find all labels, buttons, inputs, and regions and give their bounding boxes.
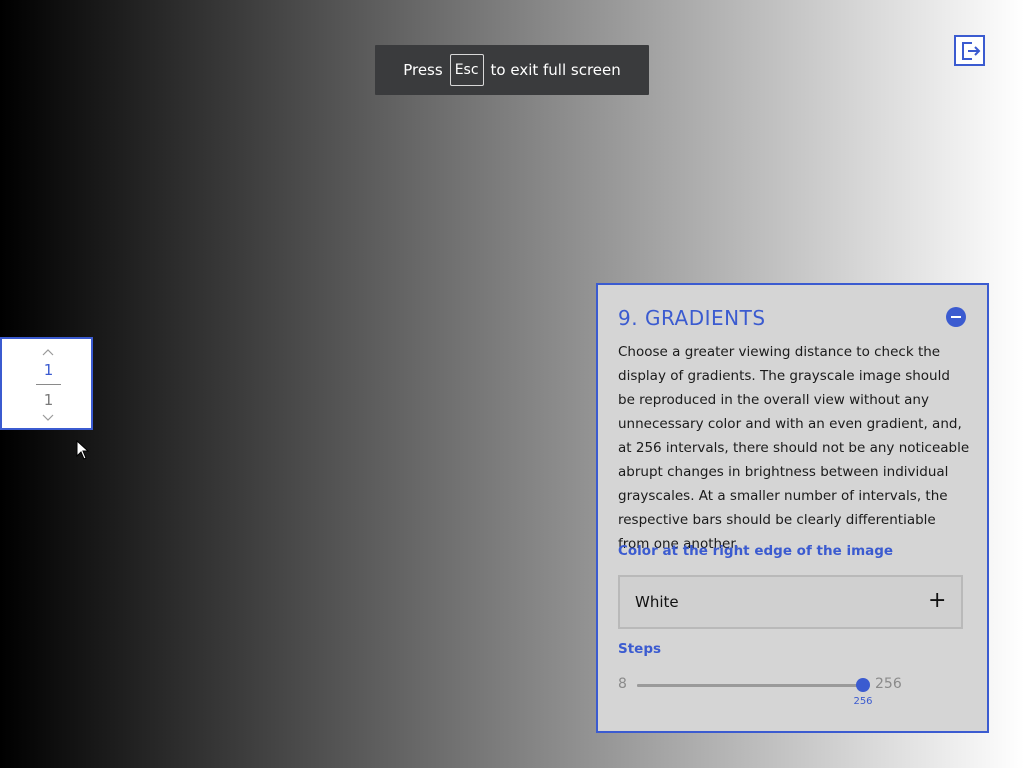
- steps-current-value: 256: [853, 696, 873, 707]
- plus-icon: +: [928, 588, 947, 613]
- fullscreen-notice: Press Esc to exit full screen: [375, 45, 649, 95]
- exit-icon: [961, 41, 980, 60]
- mouse-pointer-icon: [76, 440, 90, 460]
- pager-divider: [36, 384, 61, 385]
- steps-slider-fill: [637, 684, 863, 687]
- steps-section-label: Steps: [618, 641, 662, 657]
- panel-description: Choose a greater viewing distance to che…: [618, 344, 970, 552]
- steps-slider-thumb[interactable]: [856, 678, 870, 692]
- current-page-number: 1: [43, 361, 54, 379]
- panel-title: 9. GRADIENTS: [618, 306, 766, 330]
- esc-key-badge: Esc: [449, 54, 484, 86]
- info-panel: 9. GRADIENTS Choose a greater viewing di…: [596, 283, 989, 733]
- fullscreen-notice-prefix: Press: [403, 61, 443, 79]
- exit-fullscreen-button[interactable]: [954, 35, 985, 66]
- chevron-up-icon[interactable]: [42, 347, 54, 357]
- collapse-minus-icon[interactable]: [946, 307, 966, 327]
- steps-max-label: 256: [875, 676, 902, 692]
- chevron-down-icon[interactable]: [42, 413, 54, 423]
- steps-min-label: 8: [618, 676, 627, 692]
- fullscreen-notice-suffix: to exit full screen: [490, 61, 621, 79]
- total-page-number: 1: [43, 391, 54, 409]
- color-select[interactable]: White +: [618, 575, 963, 629]
- color-select-value: White: [635, 593, 679, 611]
- page-navigator: 1 1: [0, 337, 93, 430]
- steps-slider-track[interactable]: [637, 678, 870, 692]
- color-section-label: Color at the right edge of the image: [618, 543, 894, 559]
